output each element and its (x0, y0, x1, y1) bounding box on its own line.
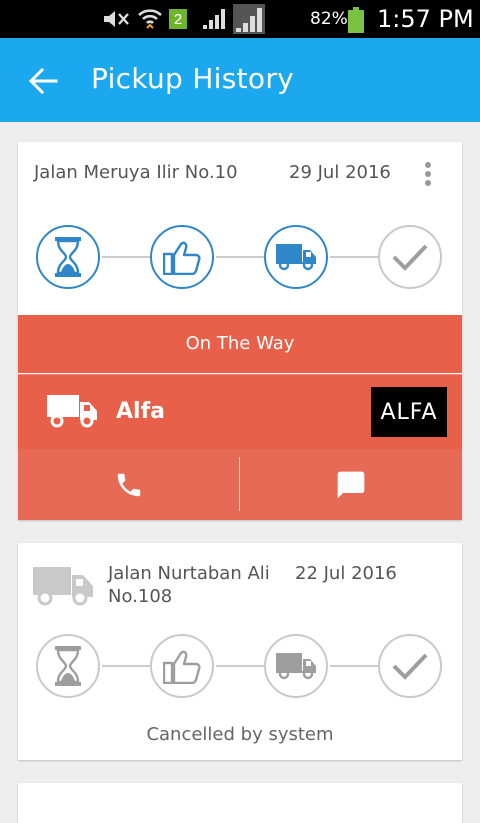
driver-badge-text: ALFA (380, 399, 438, 425)
step-pending (36, 634, 100, 698)
contact-actions (18, 449, 462, 520)
step-connector (330, 256, 378, 258)
step-connector (330, 665, 378, 667)
pickup-card[interactable] (18, 783, 462, 823)
notification-count: 2 (173, 10, 183, 28)
step-connector (216, 665, 264, 667)
step-connector (216, 256, 264, 258)
status-icons: 2 (101, 4, 265, 34)
battery-percent: 82% (310, 9, 348, 29)
check-icon (392, 244, 428, 271)
truck-icon (33, 567, 93, 606)
truck-icon (47, 395, 97, 428)
notification-badge: 2 (169, 9, 187, 29)
step-on-the-way (264, 225, 328, 289)
step-connector (102, 256, 150, 258)
step-on-the-way (264, 634, 328, 698)
phone-icon (117, 473, 140, 496)
app-bar: Pickup History (0, 38, 480, 122)
step-accepted (150, 634, 214, 698)
status-bar: 2 82% 1:57 PM (0, 0, 480, 38)
step-completed (378, 225, 442, 289)
message-button[interactable] (240, 449, 461, 520)
step-accepted (150, 225, 214, 289)
message-icon (337, 471, 364, 498)
pickup-date: 29 Jul 2016 (289, 162, 391, 183)
pickup-address: Jalan Meruya Ilir No.10 (34, 162, 238, 183)
driver-badge: ALFA (371, 387, 447, 437)
mute-icon (104, 11, 129, 27)
call-button[interactable] (18, 449, 239, 520)
step-completed (378, 634, 442, 698)
step-pending (36, 225, 100, 289)
pickup-address-line2: No.108 (108, 586, 173, 607)
hourglass-icon (55, 237, 81, 277)
status-text: Cancelled by system (146, 724, 334, 745)
status-banner: On The Way (18, 315, 462, 373)
wifi-icon (138, 9, 162, 29)
driver-row: Alfa ALFA (18, 374, 462, 449)
pickup-date: 22 Jul 2016 (295, 563, 397, 584)
truck-icon (276, 244, 316, 271)
more-options-icon[interactable] (424, 162, 432, 190)
clock: 1:57 PM (377, 5, 474, 33)
signal-icon (233, 4, 265, 34)
driver-name: Alfa (116, 399, 165, 424)
signal-icon (203, 9, 225, 29)
thumbs-up-icon (163, 650, 201, 684)
pickup-address: Jalan Nurtaban Ali (108, 563, 270, 584)
battery-icon (348, 7, 364, 33)
page-title: Pickup History (91, 62, 295, 95)
hourglass-icon (55, 646, 81, 686)
step-connector (102, 665, 150, 667)
status-text: On The Way (185, 333, 295, 354)
pickup-card[interactable]: Jalan Nurtaban Ali No.108 22 Jul 2016 Ca… (18, 543, 462, 760)
pickup-card[interactable]: Jalan Meruya Ilir No.10 29 Jul 2016 On T… (18, 142, 462, 520)
check-icon (392, 653, 428, 680)
back-arrow-icon[interactable] (26, 64, 60, 98)
thumbs-up-icon (163, 241, 201, 275)
truck-icon (276, 653, 316, 680)
